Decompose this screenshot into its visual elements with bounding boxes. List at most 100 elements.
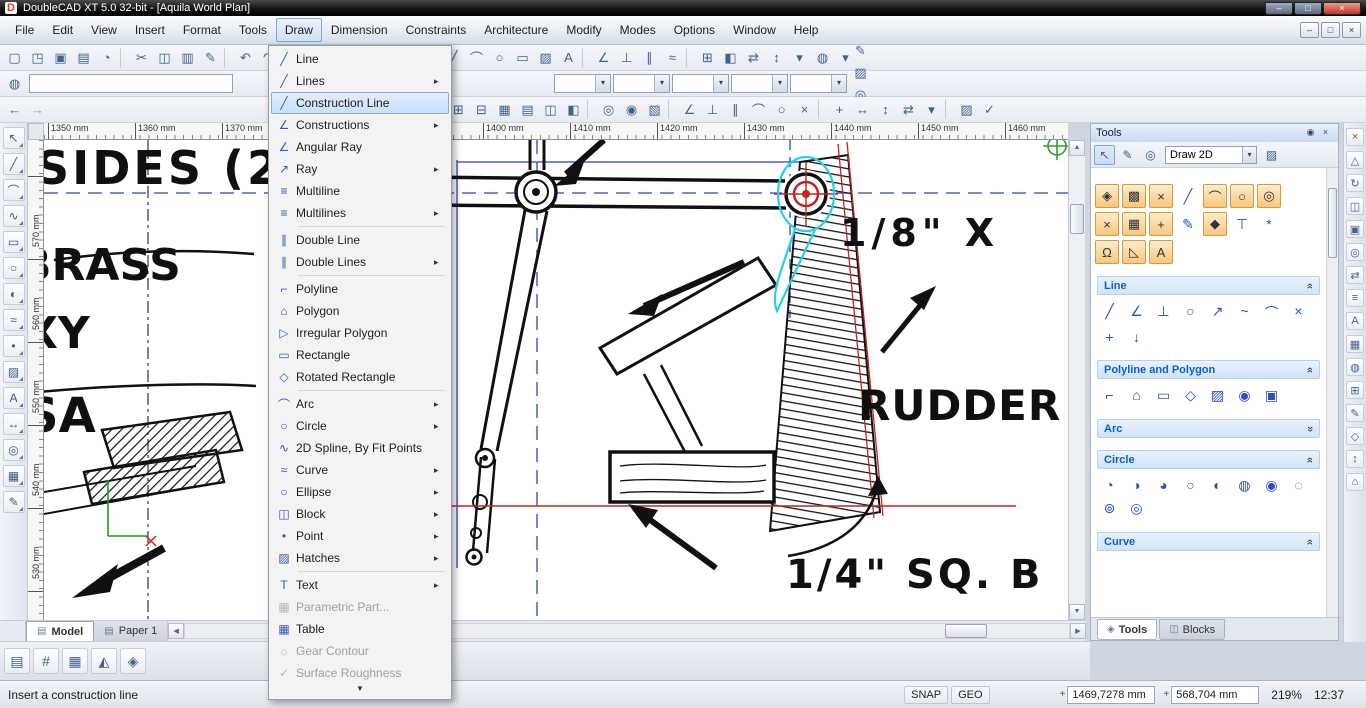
toolbar-button[interactable]: ≈ — [661, 47, 684, 69]
toolbar-button[interactable]: ✂ — [130, 47, 153, 69]
property-combo[interactable]: ▾ — [672, 74, 729, 93]
mdi-button[interactable]: □ — [1321, 22, 1340, 38]
layout-tool-button[interactable]: ◭ — [91, 648, 117, 674]
tool-mode-combo[interactable]: Draw 2D ▾ — [1165, 146, 1257, 164]
panel-scrollbar-thumb[interactable] — [1328, 188, 1337, 258]
section-tool-button[interactable]: ◍ — [1236, 477, 1253, 494]
scroll-down-icon[interactable]: ▼ — [1069, 604, 1085, 620]
toolbar-button[interactable]: ◧ — [562, 99, 585, 121]
toolbar-button[interactable]: ◍ — [811, 47, 834, 69]
strip-tool-button[interactable]: ◫ — [1346, 197, 1364, 215]
chevron-down-icon[interactable]: ▾ — [654, 75, 669, 92]
toolbar-button[interactable]: ○ — [488, 47, 511, 69]
menu-item[interactable]: ✓ Surface Roughness — [271, 662, 449, 684]
menubar-item[interactable]: Window — [724, 18, 785, 42]
chevron-down-icon[interactable]: ▾ — [831, 75, 846, 92]
section-tool-button[interactable]: ◌ — [1290, 477, 1307, 494]
menu-item[interactable]: ▨ Hatches ▸ — [271, 547, 449, 569]
property-input[interactable] — [29, 74, 233, 93]
strip-tool-button[interactable]: ▦ — [1346, 335, 1364, 353]
tool-button[interactable]: ≈ — [3, 309, 25, 331]
toolbar-button[interactable]: ∠ — [592, 47, 615, 69]
strip-tool-button[interactable]: ◍ — [1346, 358, 1364, 376]
menu-scroll-more-icon[interactable]: ▼ — [271, 684, 449, 697]
nav-button[interactable]: → — [26, 99, 49, 121]
tool-button[interactable]: ▦ — [3, 465, 25, 487]
section-header-line[interactable]: Line » — [1097, 276, 1320, 295]
section-tool-button[interactable]: ◉ — [1236, 387, 1253, 404]
menu-item[interactable]: ⌐ Polyline — [271, 278, 449, 300]
section-tool-button[interactable]: ↓ — [1128, 329, 1145, 345]
toolbar-button[interactable]: ✎ — [849, 40, 872, 62]
section-tool-button[interactable]: ╱ — [1101, 303, 1118, 323]
menu-item[interactable]: ≡ Multilines ▸ — [271, 202, 449, 224]
toolbar-button[interactable]: ◍ — [3, 73, 26, 95]
property-combo[interactable]: ▾ — [731, 74, 788, 93]
toolbar-button[interactable]: ◫ — [153, 47, 176, 69]
menubar-item[interactable]: Architecture — [475, 18, 557, 42]
section-tool-button[interactable]: ◔ — [1101, 477, 1118, 494]
panel-tool-button[interactable]: ↖ — [1094, 145, 1115, 165]
toolbar-button[interactable] — [587, 99, 595, 119]
toolbar-button[interactable]: ⊥ — [615, 47, 638, 69]
section-tool-button[interactable]: × — [1290, 303, 1307, 323]
toolbar-button[interactable]: ↔ — [851, 99, 874, 121]
toolbar-button[interactable]: ◔ — [95, 47, 118, 69]
palette-tool-button[interactable]: ▩ — [1122, 184, 1146, 208]
drawing-canvas[interactable]: SIDES (2 BRASS XY SA — [44, 140, 1068, 620]
section-tool-button[interactable]: ○ — [1182, 477, 1199, 494]
menu-item[interactable]: ◫ Block ▸ — [271, 503, 449, 525]
x-coordinate-field[interactable]: 1469,7278 mm — [1067, 686, 1155, 704]
section-tool-button[interactable]: ⊥ — [1155, 303, 1172, 323]
mdi-button[interactable]: – — [1300, 22, 1319, 38]
strip-tool-button[interactable]: ⌂ — [1346, 473, 1364, 491]
toolbar-button[interactable]: ▨ — [955, 99, 978, 121]
nav-button[interactable]: ← — [3, 99, 26, 121]
section-tool-button[interactable]: ▨ — [1209, 387, 1226, 404]
strip-tool-button[interactable]: × — [1346, 128, 1364, 146]
toolbar-button[interactable]: ○ — [770, 99, 793, 121]
toolbar-button[interactable]: ⊞ — [696, 47, 719, 69]
menubar-item[interactable]: Tools — [230, 18, 276, 42]
toolbar-button[interactable] — [945, 99, 953, 119]
tool-button[interactable]: ◎ — [3, 439, 25, 461]
palette-tool-button[interactable]: ▦ — [1122, 212, 1146, 236]
palette-tool-button[interactable]: ⌒ — [1203, 184, 1227, 208]
toolbar-button[interactable]: ✓ — [978, 99, 1001, 121]
panel-tool-button[interactable]: ✎ — [1117, 145, 1138, 165]
toolbar-button[interactable]: ▾ — [788, 47, 811, 69]
panel-tool-button[interactable]: ◎ — [1140, 145, 1161, 165]
layout-tool-button[interactable]: ▤ — [4, 648, 30, 674]
menu-item[interactable]: ⌂ Polygon — [271, 300, 449, 322]
tool-button[interactable]: • — [3, 335, 25, 357]
scroll-up-icon[interactable]: ▲ — [1069, 140, 1085, 156]
tool-button[interactable]: A — [3, 387, 25, 409]
strip-tool-button[interactable]: ◇ — [1346, 427, 1364, 445]
menu-item[interactable]: ∿ 2D Spline, By Fit Points — [271, 437, 449, 459]
palette-tool-button[interactable]: ✎ — [1176, 212, 1200, 236]
menu-item[interactable]: ◇ Rotated Rectangle — [271, 366, 449, 388]
scroll-left-icon[interactable]: ◀ — [168, 623, 184, 639]
palette-tool-button[interactable]: × — [1149, 184, 1173, 208]
palette-tool-button[interactable]: ╱ — [1176, 184, 1200, 208]
vertical-scrollbar-thumb[interactable] — [1070, 204, 1084, 234]
strip-tool-button[interactable]: △ — [1346, 151, 1364, 169]
sheet-tab[interactable]: ▤Model — [26, 621, 94, 641]
strip-tool-button[interactable]: ◎ — [1346, 243, 1364, 261]
tool-button[interactable]: ○ — [3, 257, 25, 279]
menu-item[interactable]: ╱ Lines ▸ — [271, 70, 449, 92]
strip-tool-button[interactable]: ≡ — [1346, 289, 1364, 307]
vertical-scrollbar[interactable]: ▲ ▼ — [1068, 140, 1085, 620]
panel-close-icon[interactable]: × — [1318, 126, 1333, 140]
toolbar-button[interactable] — [818, 99, 826, 119]
tool-button[interactable]: ↖ — [3, 127, 25, 149]
layout-tool-button[interactable]: ▦ — [62, 648, 88, 674]
horizontal-scrollbar-thumb[interactable] — [945, 624, 987, 638]
section-header-curve[interactable]: Curve » — [1097, 532, 1320, 551]
toolbar-button[interactable]: ▥ — [176, 47, 199, 69]
menu-item[interactable]: ▦ Table — [271, 618, 449, 640]
menu-item[interactable]: ∥ Double Line — [271, 229, 449, 251]
tool-button[interactable]: ⌒ — [3, 179, 25, 201]
toolbar-button[interactable]: ▨ — [534, 47, 557, 69]
palette-tool-button[interactable]: ○ — [1230, 184, 1254, 208]
